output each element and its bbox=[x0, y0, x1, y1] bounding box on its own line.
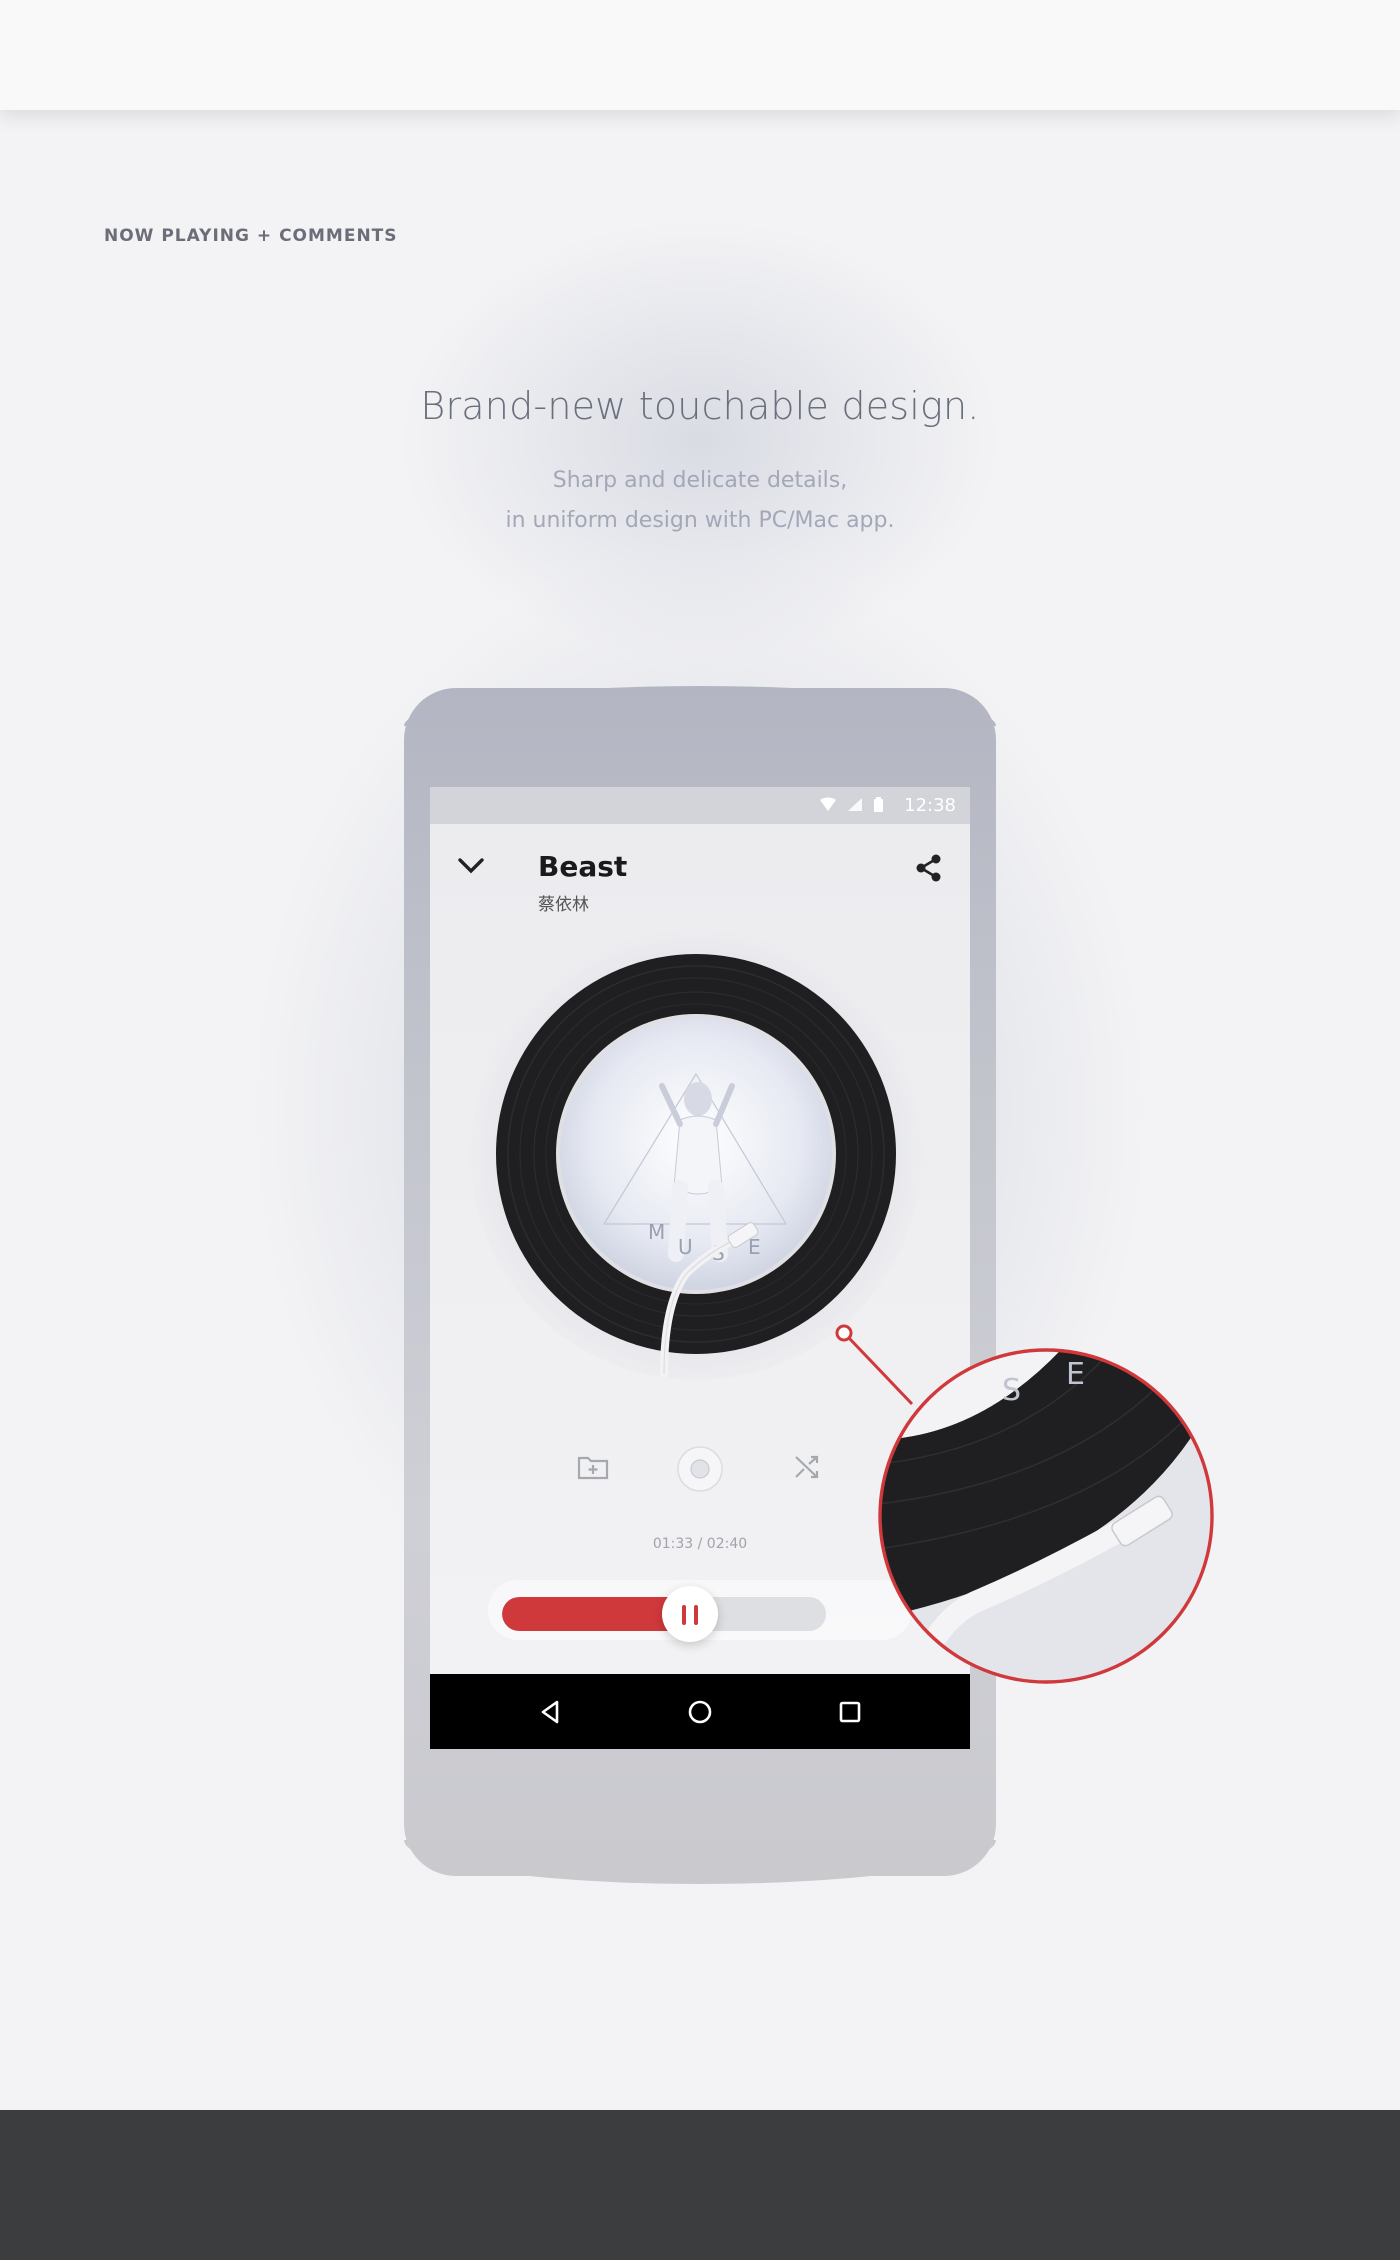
nav-recent-icon[interactable] bbox=[834, 1696, 866, 1728]
battery-icon bbox=[874, 797, 883, 812]
zoom-letter-e: E bbox=[1066, 1357, 1085, 1392]
callout-connector bbox=[835, 1324, 914, 1406]
share-icon[interactable] bbox=[914, 852, 944, 884]
folder-add-icon[interactable] bbox=[576, 1452, 610, 1482]
zoom-letter-s: S bbox=[1002, 1373, 1021, 1408]
pause-icon bbox=[694, 1605, 698, 1625]
headline: Brand-new touchable design. bbox=[420, 384, 980, 428]
nav-home-icon[interactable] bbox=[684, 1696, 716, 1728]
vinyl-record[interactable]: M U S E bbox=[466, 924, 926, 1384]
zoom-callout: S E bbox=[830, 1320, 1230, 1700]
top-bar bbox=[0, 0, 1400, 110]
nav-back-icon[interactable] bbox=[534, 1696, 566, 1728]
status-icons bbox=[818, 796, 888, 821]
subline-1: Sharp and delicate details, bbox=[552, 468, 848, 493]
subline-2: in uniform design with PC/Mac app. bbox=[505, 508, 895, 533]
wifi-icon bbox=[820, 797, 836, 811]
section-label: NOW PLAYING + COMMENTS bbox=[104, 226, 398, 246]
status-bar: 12:38 bbox=[430, 787, 970, 824]
footer-band bbox=[0, 2110, 1400, 2260]
song-title: Beast bbox=[538, 850, 628, 883]
album-letter-m: M bbox=[648, 1220, 665, 1244]
status-time: 12:38 bbox=[904, 795, 956, 816]
zoom-lens-content: S E bbox=[880, 1350, 1212, 1682]
song-artist: 蔡依林 bbox=[538, 895, 589, 915]
tonearm-pivot[interactable] bbox=[671, 1440, 729, 1498]
pause-button[interactable] bbox=[662, 1586, 718, 1642]
shuffle-icon[interactable] bbox=[792, 1452, 822, 1482]
signal-icon bbox=[848, 798, 862, 811]
chevron-down-icon[interactable] bbox=[456, 852, 486, 878]
album-letter-u: U bbox=[678, 1235, 693, 1259]
pause-icon bbox=[682, 1605, 686, 1625]
